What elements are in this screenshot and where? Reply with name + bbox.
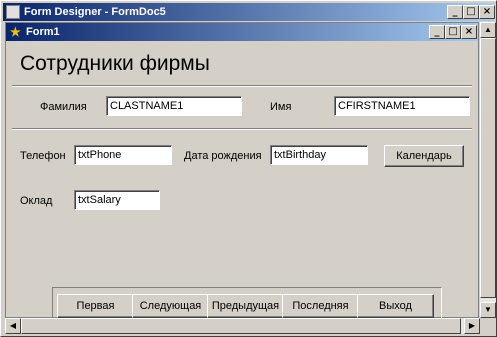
scroll-down-button[interactable]: ▼: [480, 302, 496, 318]
app-icon: [6, 5, 20, 19]
form-minimize-button[interactable]: _: [429, 25, 445, 39]
calendar-button[interactable]: Календарь: [384, 145, 464, 167]
firstname-label: Имя: [270, 101, 292, 113]
horizontal-scroll-thumb[interactable]: [21, 318, 461, 334]
scroll-up-button[interactable]: ▲: [480, 22, 496, 38]
first-button[interactable]: Первая: [57, 294, 134, 318]
birthday-label: Дата рождения: [184, 150, 262, 162]
close-button[interactable]: ×: [479, 5, 495, 19]
birthday-field[interactable]: txtBirthday: [270, 145, 368, 165]
form-window: ★ Form1 _ □ × Сотрудники фирмы Фамилия C…: [5, 22, 479, 324]
salary-field[interactable]: txtSalary: [74, 190, 160, 210]
scroll-left-button[interactable]: ◀: [5, 318, 21, 334]
lastname-field[interactable]: CLASTNAME1: [106, 96, 242, 116]
salary-label: Оклад: [20, 195, 53, 207]
next-button[interactable]: Следующая: [132, 294, 209, 318]
designer-title: Form Designer - FormDoc5: [24, 6, 166, 18]
minimize-button[interactable]: _: [447, 5, 463, 19]
size-grip[interactable]: [480, 318, 496, 334]
horizontal-scrollbar[interactable]: ◀ ▶: [5, 318, 480, 334]
phone-label: Телефон: [20, 150, 66, 162]
divider-middle: [12, 128, 472, 130]
form-titlebar: ★ Form1: [6, 23, 478, 41]
firstname-field[interactable]: CFIRSTNAME1: [334, 96, 470, 116]
scroll-right-button[interactable]: ▶: [464, 318, 480, 334]
phone-field[interactable]: txtPhone: [74, 145, 172, 165]
form-maximize-button[interactable]: □: [445, 25, 461, 39]
designer-titlebar: Form Designer - FormDoc5: [3, 3, 494, 21]
prev-button[interactable]: Предыдущая: [207, 294, 284, 318]
vertical-scroll-thumb[interactable]: [480, 38, 496, 298]
form-title: Form1: [26, 26, 60, 38]
maximize-button[interactable]: □: [463, 5, 479, 19]
lastname-label: Фамилия: [40, 101, 87, 113]
form-heading: Сотрудники фирмы: [20, 52, 210, 75]
form-icon: ★: [10, 25, 21, 39]
designer-window: Form Designer - FormDoc5 _ □ × ★ Form1 _…: [0, 0, 497, 337]
vertical-scrollbar[interactable]: ▲ ▼: [480, 22, 496, 318]
last-button[interactable]: Последняя: [282, 294, 359, 318]
exit-button[interactable]: Выход: [357, 294, 434, 318]
divider-top: [12, 85, 472, 87]
form-close-button[interactable]: ×: [461, 25, 477, 39]
